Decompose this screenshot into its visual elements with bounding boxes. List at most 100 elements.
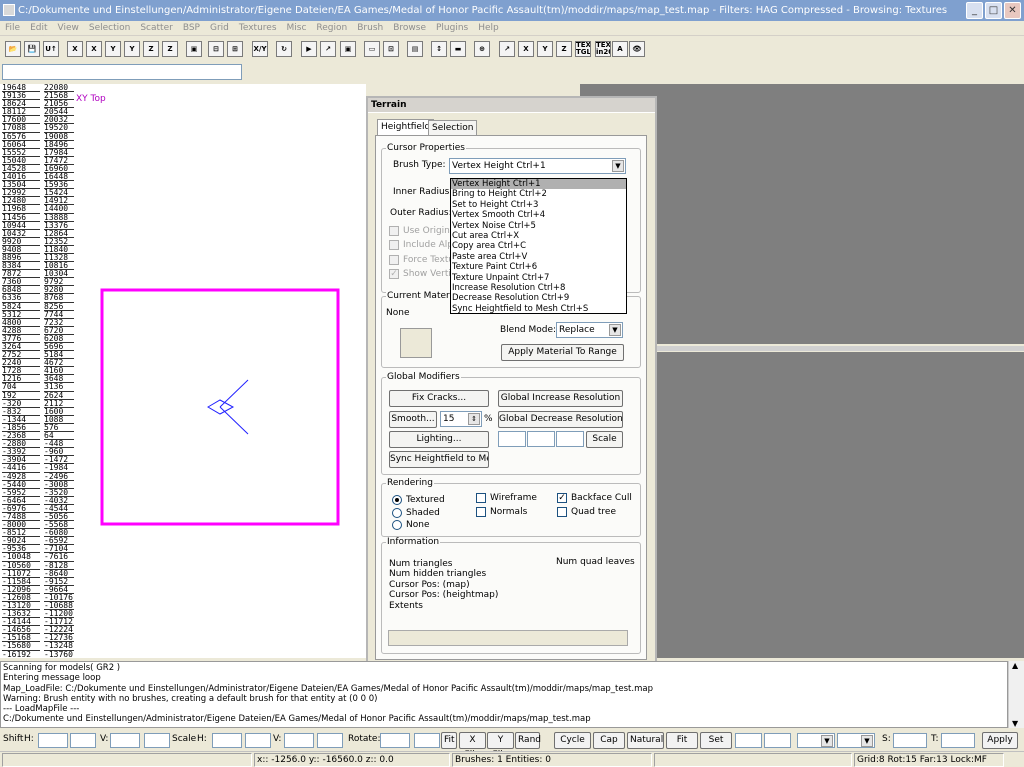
scale-x-input[interactable] [498, 431, 526, 447]
toolbar-button-23[interactable]: ↗ [499, 41, 515, 57]
natural-button[interactable]: Natural [627, 732, 664, 749]
toolbar-button-17[interactable]: ▭ [364, 41, 380, 57]
rand-button[interactable]: Rand [515, 732, 541, 749]
global-decrease-button[interactable]: Global Decrease Resolution [498, 411, 623, 428]
lighting-button[interactable]: Lighting... [389, 431, 489, 448]
toolbar-button-9[interactable]: ▣ [186, 41, 202, 57]
fit-s-input[interactable] [735, 733, 762, 748]
render-mode-radio-textured[interactable] [392, 495, 402, 505]
menu-item-edit[interactable]: Edit [25, 21, 52, 36]
tab-selection[interactable]: Selection [428, 120, 478, 136]
brush-option[interactable]: Increase Resolution Ctrl+8 [451, 283, 626, 293]
brush-type-select[interactable]: Vertex Height Ctrl+1 ▼ [449, 158, 626, 174]
menu-item-brush[interactable]: Brush [352, 21, 388, 36]
scale-v-input[interactable] [284, 733, 314, 748]
toolbar-button-14[interactable]: ▶ [301, 41, 317, 57]
toolbar-button-1[interactable]: 💾 [24, 41, 40, 57]
toolbar-button-24[interactable]: X [518, 41, 534, 57]
toolbar-button-6[interactable]: Y [124, 41, 140, 57]
cap-button[interactable]: Cap [593, 732, 625, 749]
wireframe-checkbox[interactable] [476, 493, 486, 503]
chevron-down-icon[interactable]: ▼ [612, 160, 624, 172]
menu-item-file[interactable]: File [0, 21, 25, 36]
toolbar-button-11[interactable]: ⊞ [227, 41, 243, 57]
shift-v-input[interactable] [110, 733, 140, 748]
toolbar-button-28[interactable]: TEX in20 [595, 41, 611, 57]
menu-item-grid[interactable]: Grid [205, 21, 234, 36]
menu-item-region[interactable]: Region [311, 21, 352, 36]
tab-heightfield[interactable]: Heightfield [377, 119, 435, 136]
menu-item-scatter[interactable]: Scatter [135, 21, 177, 36]
toolbar-button-8[interactable]: Z [162, 41, 178, 57]
toolbar-button-29[interactable]: A [612, 41, 628, 57]
brush-option[interactable]: Sync Heightfield to Mesh Ctrl+S [451, 304, 626, 314]
brush-option[interactable]: Decrease Resolution Ctrl+9 [451, 293, 626, 303]
global-increase-button[interactable]: Global Increase Resolution [498, 390, 623, 407]
rotate-input[interactable] [380, 733, 410, 748]
menu-item-bsp[interactable]: BSP [178, 21, 205, 36]
menu-item-misc[interactable]: Misc [282, 21, 312, 36]
toolbar-button-19[interactable]: ▤ [407, 41, 423, 57]
chevron-down-icon[interactable]: ▼ [861, 735, 873, 747]
menu-item-selection[interactable]: Selection [84, 21, 135, 36]
toolbar-button-15[interactable]: ↗ [320, 41, 336, 57]
toolbar-button-2[interactable]: U↑ [43, 41, 59, 57]
spin-icon[interactable]: ⇕ [468, 413, 480, 425]
brush-option[interactable]: Texture Paint Ctrl+6 [451, 262, 626, 272]
surface-select-2[interactable]: ▼ [837, 733, 875, 748]
set-button[interactable]: Set [700, 732, 732, 749]
brush-option[interactable]: Bring to Height Ctrl+2 [451, 189, 626, 199]
brush-option[interactable]: Vertex Noise Ctrl+5 [451, 221, 626, 231]
brush-option[interactable]: Vertex Height Ctrl+1 [451, 179, 626, 190]
scale-button[interactable]: Scale [586, 431, 623, 448]
command-input[interactable] [2, 64, 242, 80]
brush-option[interactable]: Texture Unpaint Ctrl+7 [451, 273, 626, 283]
toolbar-button-18[interactable]: ⊡ [383, 41, 399, 57]
scale-h-step-input[interactable] [245, 733, 271, 748]
scroll-down-icon[interactable]: ▼ [1012, 719, 1018, 728]
scale-z-input[interactable] [556, 431, 584, 447]
toolbar-button-10[interactable]: ⊟ [208, 41, 224, 57]
toolbar-button-4[interactable]: X [86, 41, 102, 57]
apply-material-button[interactable]: Apply Material To Range [501, 344, 624, 361]
fit-button[interactable]: Fit [441, 732, 457, 749]
normals-checkbox[interactable] [476, 507, 486, 517]
shift-h-step-input[interactable] [70, 733, 96, 748]
brush-option[interactable]: Copy area Ctrl+C [451, 241, 626, 251]
fit-surface-button[interactable]: Fit [666, 732, 698, 749]
toolbar-button-21[interactable]: ▬ [450, 41, 466, 57]
toolbar-button-26[interactable]: Z [556, 41, 572, 57]
toolbar-button-20[interactable]: ↕ [431, 41, 447, 57]
scroll-up-icon[interactable]: ▲ [1012, 661, 1018, 670]
scale-h-input[interactable] [212, 733, 242, 748]
toolbar-button-0[interactable]: 📂 [5, 41, 21, 57]
blend-mode-select[interactable]: Replace ▼ [556, 322, 623, 338]
t-input[interactable] [941, 733, 975, 748]
console-scrollbar[interactable]: ▲ ▼ [1008, 661, 1024, 728]
minimize-button[interactable]: _ [966, 2, 983, 19]
smooth-button[interactable]: Smooth... [389, 411, 437, 428]
chevron-down-icon[interactable]: ▼ [609, 324, 621, 336]
brush-option[interactable]: Paste area Ctrl+V [451, 252, 626, 262]
rotate-step-input[interactable] [414, 733, 440, 748]
s-input[interactable] [893, 733, 927, 748]
quad-tree-checkbox[interactable] [557, 507, 567, 517]
fix-cracks-button[interactable]: Fix Cracks... [389, 390, 489, 407]
maximize-button[interactable]: □ [985, 2, 1002, 19]
sync-heightfield-button[interactable]: Sync Heightfield to Mesh [389, 451, 489, 468]
chevron-down-icon[interactable]: ▼ [821, 735, 833, 747]
scale-y-input[interactable] [527, 431, 555, 447]
toolbar-button-7[interactable]: Z [143, 41, 159, 57]
cycle-button[interactable]: Cycle > [554, 732, 591, 760]
y-flip-button[interactable]: Y Flip [487, 732, 514, 760]
toolbar-button-25[interactable]: Y [537, 41, 553, 57]
smooth-amount-input[interactable]: 15 ⇕ [440, 411, 482, 427]
brush-option[interactable]: Vertex Smooth Ctrl+4 [451, 210, 626, 220]
backface-cull-checkbox[interactable]: ✓ [557, 493, 567, 503]
menu-item-help[interactable]: Help [473, 21, 504, 36]
render-mode-radio-shaded[interactable] [392, 507, 402, 518]
close-button[interactable]: ✕ [1004, 2, 1021, 19]
apply-button[interactable]: Apply [982, 732, 1018, 749]
toolbar-button-27[interactable]: TEX TGL [575, 41, 591, 57]
menu-item-view[interactable]: View [53, 21, 84, 36]
